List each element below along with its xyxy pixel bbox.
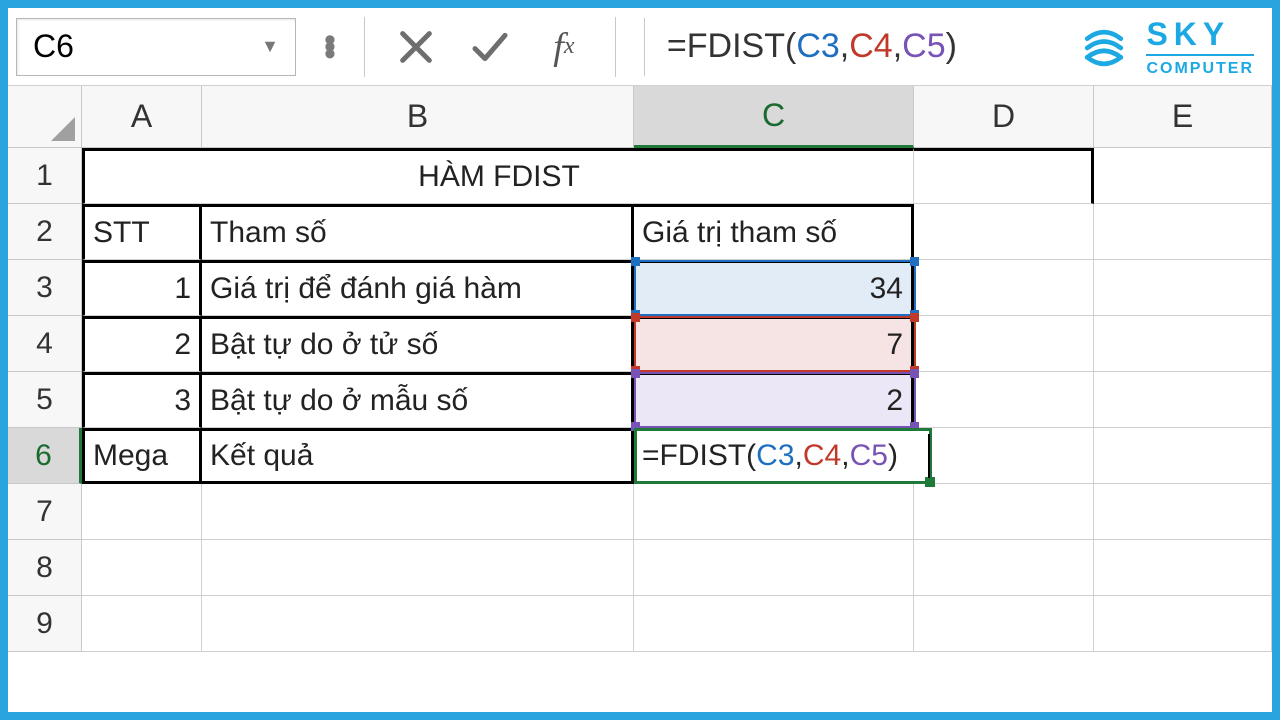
cell-b2[interactable]: Tham số bbox=[202, 204, 634, 260]
cell-d1[interactable] bbox=[914, 148, 1094, 204]
formula-bar-menu-icon[interactable]: ••• bbox=[324, 33, 336, 61]
cell-c8[interactable] bbox=[634, 540, 914, 596]
row-header-6[interactable]: 6 bbox=[8, 428, 82, 484]
cell-d7[interactable] bbox=[914, 484, 1094, 540]
col-header-a[interactable]: A bbox=[82, 86, 202, 148]
cell-c3[interactable]: 34 bbox=[634, 260, 914, 316]
cell-a2[interactable]: STT bbox=[82, 204, 202, 260]
title-text: HÀM FDIST bbox=[418, 160, 580, 194]
row-header-4[interactable]: 4 bbox=[8, 316, 82, 372]
row-header-9[interactable]: 9 bbox=[8, 596, 82, 652]
cell-b7[interactable] bbox=[202, 484, 634, 540]
cell-b6[interactable]: Kết quả bbox=[202, 428, 634, 484]
cell-e2[interactable] bbox=[1094, 204, 1272, 260]
row-header-3[interactable]: 3 bbox=[8, 260, 82, 316]
divider bbox=[364, 17, 365, 77]
divider bbox=[615, 17, 616, 77]
chevron-down-icon[interactable]: ▼ bbox=[261, 36, 279, 57]
excel-window: C6 ▼ ••• fx =FDIST(C3,C4,C5) bbox=[8, 8, 1272, 712]
name-box[interactable]: C6 ▼ bbox=[16, 18, 296, 76]
logo-icon bbox=[1076, 20, 1132, 76]
cell-c6-formula: =FDIST(C3,C4,C5) bbox=[642, 439, 898, 473]
cell-d6[interactable] bbox=[914, 428, 1094, 484]
formula-ref-c5: C5 bbox=[902, 27, 945, 65]
cell-a8[interactable] bbox=[82, 540, 202, 596]
cell-a3[interactable]: 1 bbox=[82, 260, 202, 316]
cell-b4[interactable]: Bật tự do ở tử số bbox=[202, 316, 634, 372]
cell-b5[interactable]: Bật tự do ở mẫu số bbox=[202, 372, 634, 428]
cell-a4[interactable]: 2 bbox=[82, 316, 202, 372]
cell-a5[interactable]: 3 bbox=[82, 372, 202, 428]
cell-a1[interactable]: HÀM FDIST bbox=[82, 148, 914, 204]
enter-button[interactable] bbox=[467, 24, 513, 70]
cell-d5[interactable] bbox=[914, 372, 1094, 428]
row-header-2[interactable]: 2 bbox=[8, 204, 82, 260]
text-cursor bbox=[928, 434, 930, 478]
row-header-7[interactable]: 7 bbox=[8, 484, 82, 540]
formula-ref-c4: C4 bbox=[849, 27, 892, 65]
cell-e8[interactable] bbox=[1094, 540, 1272, 596]
cell-b8[interactable] bbox=[202, 540, 634, 596]
cell-a9[interactable] bbox=[82, 596, 202, 652]
cell-b9[interactable] bbox=[202, 596, 634, 652]
fx-icon[interactable]: fx bbox=[541, 24, 587, 70]
formula-ref-c3: C3 bbox=[796, 27, 839, 65]
cell-d9[interactable] bbox=[914, 596, 1094, 652]
cell-c5[interactable]: 2 bbox=[634, 372, 914, 428]
brand-logo: SKY COMPUTER bbox=[1076, 18, 1254, 77]
cell-d3[interactable] bbox=[914, 260, 1094, 316]
cell-a7[interactable] bbox=[82, 484, 202, 540]
col-header-c[interactable]: C bbox=[634, 86, 914, 148]
row-header-1[interactable]: 1 bbox=[8, 148, 82, 204]
spreadsheet-grid[interactable]: A B C D E 1 HÀM FDIST 2 STT Tham số Giá … bbox=[8, 86, 1272, 712]
formula-text: =FDIST(C3,C4,C5) bbox=[667, 27, 957, 66]
cell-e6[interactable] bbox=[1094, 428, 1272, 484]
select-all-triangle[interactable] bbox=[8, 86, 82, 148]
cell-d2[interactable] bbox=[914, 204, 1094, 260]
cell-e3[interactable] bbox=[1094, 260, 1272, 316]
cell-c7[interactable] bbox=[634, 484, 914, 540]
cell-e9[interactable] bbox=[1094, 596, 1272, 652]
col-header-b[interactable]: B bbox=[202, 86, 634, 148]
row-header-8[interactable]: 8 bbox=[8, 540, 82, 596]
cell-c9[interactable] bbox=[634, 596, 914, 652]
cell-e7[interactable] bbox=[1094, 484, 1272, 540]
cell-c2[interactable]: Giá trị tham số bbox=[634, 204, 914, 260]
formula-bar: C6 ▼ ••• fx =FDIST(C3,C4,C5) bbox=[8, 8, 1272, 86]
col-header-e[interactable]: E bbox=[1094, 86, 1272, 148]
cell-a6[interactable]: Mega bbox=[82, 428, 202, 484]
formula-prefix: =FDIST( bbox=[667, 27, 796, 65]
cancel-button[interactable] bbox=[393, 24, 439, 70]
formula-suffix: ) bbox=[946, 27, 957, 65]
logo-line1: SKY bbox=[1146, 18, 1254, 50]
cell-e5[interactable] bbox=[1094, 372, 1272, 428]
logo-line2: COMPUTER bbox=[1146, 54, 1254, 77]
col-header-d[interactable]: D bbox=[914, 86, 1094, 148]
name-box-value: C6 bbox=[33, 28, 74, 65]
cell-d8[interactable] bbox=[914, 540, 1094, 596]
row-header-5[interactable]: 5 bbox=[8, 372, 82, 428]
cell-c4[interactable]: 7 bbox=[634, 316, 914, 372]
cell-c6[interactable]: =FDIST(C3,C4,C5) bbox=[634, 428, 914, 484]
cell-d4[interactable] bbox=[914, 316, 1094, 372]
cell-e4[interactable] bbox=[1094, 316, 1272, 372]
cell-b3[interactable]: Giá trị để đánh giá hàm bbox=[202, 260, 634, 316]
cell-e1[interactable] bbox=[1094, 148, 1272, 204]
